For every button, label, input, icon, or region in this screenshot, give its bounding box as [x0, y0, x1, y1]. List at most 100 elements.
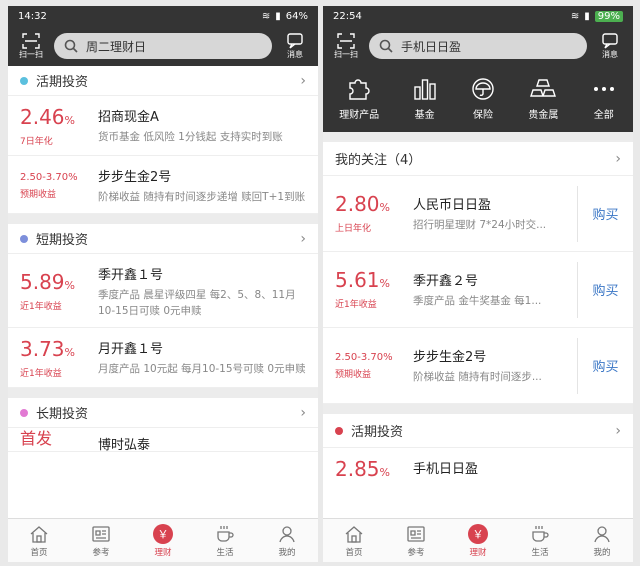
- right-screen: 22:54 ≋ ▮ 99% 扫一扫 手机日日盈 消息 理财产品 基金 保险 贵金…: [323, 6, 633, 562]
- left-screen: 14:32 ≋ ▮ 64% 扫一扫 周二理财日 消息 活期投资 › 2.46% …: [8, 6, 318, 562]
- status-time: 14:32: [18, 10, 47, 22]
- tab-home[interactable]: 首页: [323, 519, 385, 562]
- tab-me[interactable]: 我的: [256, 519, 318, 562]
- app-header: 扫一扫 手机日日盈 消息: [323, 26, 633, 66]
- battery-level: 64%: [285, 10, 308, 22]
- buy-button[interactable]: 购买: [577, 185, 633, 242]
- product-name: 季开鑫１号: [98, 268, 164, 283]
- product-desc: 月度产品 10元起 每月10-15号可赎 0元申赎: [98, 363, 306, 375]
- scan-button[interactable]: 扫一扫: [329, 32, 363, 60]
- battery-icon: 99%: [594, 10, 623, 22]
- category-all[interactable]: 全部: [591, 77, 617, 121]
- tab-home[interactable]: 首页: [8, 519, 70, 562]
- gold-bar-icon: [530, 79, 557, 97]
- message-button[interactable]: 消息: [278, 32, 312, 60]
- product-row[interactable]: 首发 博时弘泰: [8, 428, 318, 452]
- puzzle-icon: [349, 79, 370, 100]
- tab-reference[interactable]: 参考: [385, 519, 447, 562]
- scan-icon: [337, 32, 355, 49]
- search-input[interactable]: 手机日日盈: [369, 33, 587, 59]
- section-header-current[interactable]: 活期投资 ›: [8, 66, 318, 96]
- category-insurance[interactable]: 保险: [470, 77, 496, 121]
- home-icon: [30, 525, 48, 543]
- search-input[interactable]: 周二理财日: [54, 33, 272, 59]
- section-header-long[interactable]: 长期投资 ›: [8, 398, 318, 428]
- status-time: 22:54: [333, 10, 362, 22]
- category-wealth[interactable]: 理财产品: [339, 77, 379, 121]
- product-row[interactable]: 2.46% 7日年化 招商现金A 货币基金 低风险 1分钱起 支持实时到账: [8, 96, 318, 156]
- bar-chart-icon: [413, 79, 436, 100]
- scan-icon: [22, 32, 40, 49]
- product-name: 手机日日盈: [413, 462, 479, 477]
- bottom-tab-bar: 首页 参考 ￥ 理财 生活 我的: [323, 518, 633, 562]
- buy-button[interactable]: 购买: [577, 337, 633, 394]
- product-name: 招商现金A: [98, 110, 159, 125]
- user-icon: [594, 525, 610, 542]
- product-row[interactable]: 5.89% 近1年收益 季开鑫１号 季度产品 晨星评级四星 每2、5、8、11月…: [8, 254, 318, 328]
- status-bar: 22:54 ≋ ▮ 99%: [323, 6, 633, 26]
- wifi-icon: ≋: [570, 10, 580, 22]
- chevron-right-icon: ›: [615, 150, 621, 167]
- watch-item[interactable]: 2.50-3.70% 预期收益 步步生金2号 阶梯收益 随持有时间逐步... 购…: [323, 328, 633, 404]
- bottom-tab-bar: 首页 参考 ￥ 理财 生活 我的: [8, 518, 318, 562]
- section-dot: [20, 408, 28, 417]
- product-desc: 季度产品 金牛奖基金 每1...: [413, 295, 542, 307]
- app-header: 扫一扫 周二理财日 消息: [8, 26, 318, 66]
- product-name: 步步生金2号: [98, 170, 172, 185]
- product-desc: 阶梯收益 随持有时间逐步...: [413, 371, 542, 383]
- search-text: 周二理财日: [86, 39, 147, 54]
- watchlist-header[interactable]: 我的关注（4） ›: [323, 142, 633, 176]
- newspaper-icon: [92, 525, 110, 542]
- message-button[interactable]: 消息: [593, 32, 627, 60]
- tab-finance[interactable]: ￥ 理财: [132, 519, 194, 562]
- coffee-cup-icon: [532, 525, 549, 542]
- umbrella-icon: [472, 78, 494, 100]
- search-text: 手机日日盈: [401, 39, 462, 54]
- chevron-right-icon: ›: [300, 404, 306, 421]
- section-dot: [20, 76, 28, 85]
- product-name: 人民币日日盈: [413, 198, 492, 213]
- wifi-icon: ≋: [261, 10, 271, 22]
- product-row[interactable]: 3.73% 近1年收益 月开鑫１号 月度产品 10元起 每月10-15号可赎 0…: [8, 328, 318, 388]
- product-row[interactable]: 2.85% 手机日日盈: [323, 448, 633, 492]
- yen-icon: ￥: [153, 523, 173, 544]
- search-icon: [379, 39, 393, 53]
- tab-finance[interactable]: ￥ 理财: [447, 519, 509, 562]
- coffee-cup-icon: [217, 525, 234, 542]
- chevron-right-icon: ›: [300, 230, 306, 247]
- tab-life[interactable]: 生活: [194, 519, 256, 562]
- watch-item[interactable]: 2.80% 上日年化 人民币日日盈 招行明星理财 7*24小时交... 购买: [323, 176, 633, 252]
- category-fund[interactable]: 基金: [412, 77, 438, 121]
- section-header-current[interactable]: 活期投资 ›: [323, 414, 633, 448]
- home-icon: [345, 525, 363, 543]
- product-desc: 季度产品 晨星评级四星 每2、5、8、11月10-15日可赎 0元申赎: [98, 289, 296, 317]
- buy-button[interactable]: 购买: [577, 261, 633, 318]
- tab-me[interactable]: 我的: [571, 519, 633, 562]
- message-icon: [602, 32, 618, 49]
- section-dot: [20, 234, 28, 243]
- more-dots-icon: [593, 87, 614, 91]
- user-icon: [279, 525, 295, 542]
- scan-button[interactable]: 扫一扫: [14, 32, 48, 60]
- message-icon: [287, 32, 303, 49]
- signal-icon: ▮: [275, 10, 281, 22]
- status-bar: 14:32 ≋ ▮ 64%: [8, 6, 318, 26]
- newspaper-icon: [407, 525, 425, 542]
- watch-item[interactable]: 5.61% 近1年收益 季开鑫２号 季度产品 金牛奖基金 每1... 购买: [323, 252, 633, 328]
- category-nav: 理财产品 基金 保险 贵金属 全部: [323, 66, 633, 132]
- yen-icon: ￥: [468, 523, 488, 544]
- section-header-short[interactable]: 短期投资 ›: [8, 224, 318, 254]
- product-name: 季开鑫２号: [413, 274, 479, 289]
- search-icon: [64, 39, 78, 53]
- chevron-right-icon: ›: [615, 422, 621, 439]
- chevron-right-icon: ›: [300, 72, 306, 89]
- product-name: 月开鑫１号: [98, 342, 164, 357]
- tab-reference[interactable]: 参考: [70, 519, 132, 562]
- category-metal[interactable]: 贵金属: [528, 77, 558, 121]
- product-desc: 招行明星理财 7*24小时交...: [413, 219, 547, 231]
- section-dot: [335, 426, 343, 435]
- tab-life[interactable]: 生活: [509, 519, 571, 562]
- product-row[interactable]: 2.50-3.70% 预期收益 步步生金2号 阶梯收益 随持有时间逐步递增 赎回…: [8, 156, 318, 214]
- product-desc: 阶梯收益 随持有时间逐步递增 赎回T+1到账: [98, 191, 306, 203]
- product-name: 步步生金2号: [413, 350, 487, 365]
